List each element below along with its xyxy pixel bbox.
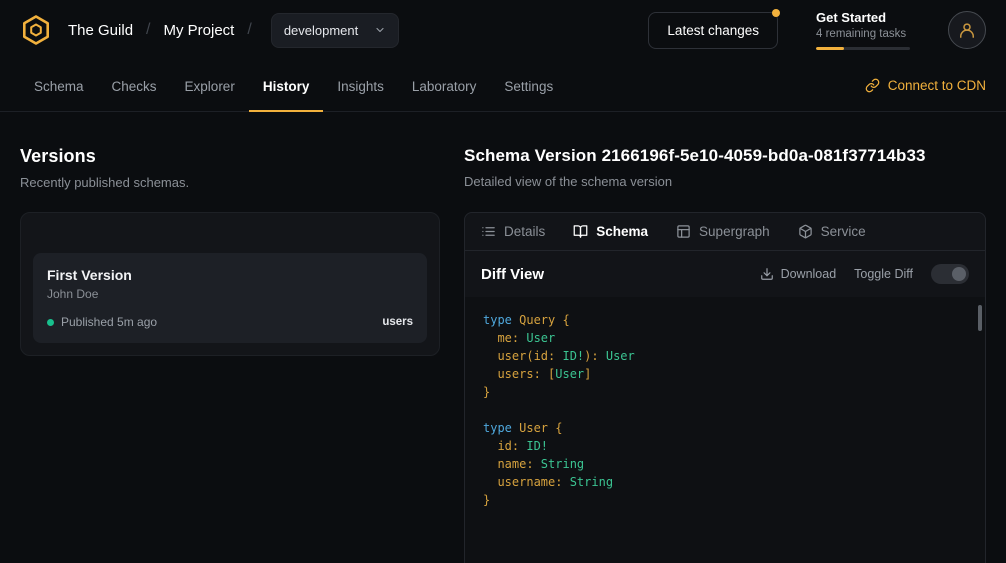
breadcrumb: The Guild / My Project / — [68, 21, 252, 39]
detail-tab-schema-label: Schema — [596, 224, 648, 239]
main-content: Versions Recently published schemas. Fir… — [0, 112, 1006, 563]
scrollbar-thumb[interactable] — [978, 305, 982, 331]
app-root: The Guild / My Project / development Lat… — [0, 0, 1006, 563]
version-title: First Version — [47, 267, 413, 283]
detail-tabs: Details Schema Supergraph — [465, 213, 985, 251]
code-block: type Query { me: User user(id: ID!): Use… — [483, 311, 967, 509]
breadcrumb-org[interactable]: The Guild — [68, 22, 133, 39]
toggle-knob — [952, 267, 966, 281]
code-line: me: User — [483, 329, 967, 347]
breadcrumb-project[interactable]: My Project — [164, 22, 235, 39]
detail-tab-supergraph-label: Supergraph — [699, 224, 770, 239]
code-line: username: String — [483, 473, 967, 491]
get-started-progress-fill — [816, 47, 844, 50]
detail-tab-details[interactable]: Details — [481, 224, 545, 239]
code-line — [483, 401, 967, 419]
get-started-title: Get Started — [816, 10, 910, 25]
schema-icon — [573, 224, 588, 239]
version-detail-title: Schema Version 2166196f-5e10-4059-bd0a-0… — [464, 146, 986, 166]
code-line: } — [483, 383, 967, 401]
versions-subtitle: Recently published schemas. — [20, 175, 440, 190]
tab-explorer[interactable]: Explorer — [171, 60, 249, 112]
tab-history[interactable]: History — [249, 60, 324, 112]
notification-dot — [772, 9, 780, 17]
connect-cdn-label: Connect to CDN — [888, 78, 986, 93]
get-started-widget[interactable]: Get Started 4 remaining tasks — [816, 10, 910, 50]
environment-select-value: development — [284, 23, 358, 38]
detail-tab-details-label: Details — [504, 224, 545, 239]
tab-checks[interactable]: Checks — [98, 60, 171, 112]
version-service-badge: users — [382, 316, 413, 328]
get-started-tasks: 4 remaining tasks — [816, 28, 910, 40]
version-detail-subtitle: Detailed view of the schema version — [464, 174, 986, 189]
toggle-diff-switch[interactable] — [931, 264, 969, 284]
detail-tab-schema[interactable]: Schema — [573, 224, 648, 239]
breadcrumb-separator: / — [247, 21, 251, 39]
version-author: John Doe — [47, 287, 413, 301]
latest-changes-label: Latest changes — [667, 23, 759, 38]
user-icon — [957, 20, 977, 40]
versions-title: Versions — [20, 146, 440, 167]
get-started-progress — [816, 47, 910, 50]
code-viewer[interactable]: type Query { me: User user(id: ID!): Use… — [465, 297, 985, 563]
detail-tab-service-label: Service — [821, 224, 866, 239]
service-icon — [798, 224, 813, 239]
user-menu-button[interactable] — [948, 11, 986, 49]
versions-section: Versions Recently published schemas. Fir… — [20, 146, 440, 563]
hive-logo-icon — [20, 14, 52, 46]
code-line: user(id: ID!): User — [483, 347, 967, 365]
version-detail-section: Schema Version 2166196f-5e10-4059-bd0a-0… — [464, 146, 986, 563]
header-right: Latest changes Get Started 4 remaining t… — [648, 10, 986, 50]
diff-actions: Download Toggle Diff — [760, 264, 969, 284]
diff-view-title: Diff View — [481, 266, 544, 283]
latest-changes-button[interactable]: Latest changes — [648, 12, 778, 49]
list-icon — [481, 224, 496, 239]
published-status-dot — [47, 319, 54, 326]
tab-schema[interactable]: Schema — [20, 60, 98, 112]
supergraph-icon — [676, 224, 691, 239]
tab-insights[interactable]: Insights — [323, 60, 398, 112]
version-list-item[interactable]: First Version John Doe Published 5m ago … — [33, 253, 427, 343]
code-line: id: ID! — [483, 437, 967, 455]
header: The Guild / My Project / development Lat… — [0, 0, 1006, 60]
tab-settings[interactable]: Settings — [490, 60, 567, 112]
environment-select[interactable]: development — [271, 13, 399, 48]
link-icon — [865, 78, 880, 93]
hive-logo[interactable] — [20, 14, 52, 46]
code-line: type User { — [483, 419, 967, 437]
diff-toolbar: Diff View Download Toggle Diff — [465, 251, 985, 297]
version-status: Published 5m ago — [61, 315, 157, 329]
code-line: users: [User] — [483, 365, 967, 383]
download-button[interactable]: Download — [760, 267, 837, 281]
code-line: } — [483, 491, 967, 509]
code-line: type Query { — [483, 311, 967, 329]
connect-cdn-link[interactable]: Connect to CDN — [865, 78, 986, 93]
toggle-diff-label: Toggle Diff — [854, 267, 913, 281]
chevron-down-icon — [374, 24, 386, 36]
breadcrumb-separator: / — [146, 21, 150, 39]
version-detail-panel: Details Schema Supergraph — [464, 212, 986, 563]
detail-tab-supergraph[interactable]: Supergraph — [676, 224, 770, 239]
download-label: Download — [781, 267, 837, 281]
code-line: name: String — [483, 455, 967, 473]
download-icon — [760, 267, 774, 281]
versions-list: First Version John Doe Published 5m ago … — [20, 212, 440, 356]
main-nav: Schema Checks Explorer History Insights … — [0, 60, 1006, 112]
detail-tab-service[interactable]: Service — [798, 224, 866, 239]
tab-laboratory[interactable]: Laboratory — [398, 60, 491, 112]
version-meta: Published 5m ago users — [47, 315, 413, 329]
